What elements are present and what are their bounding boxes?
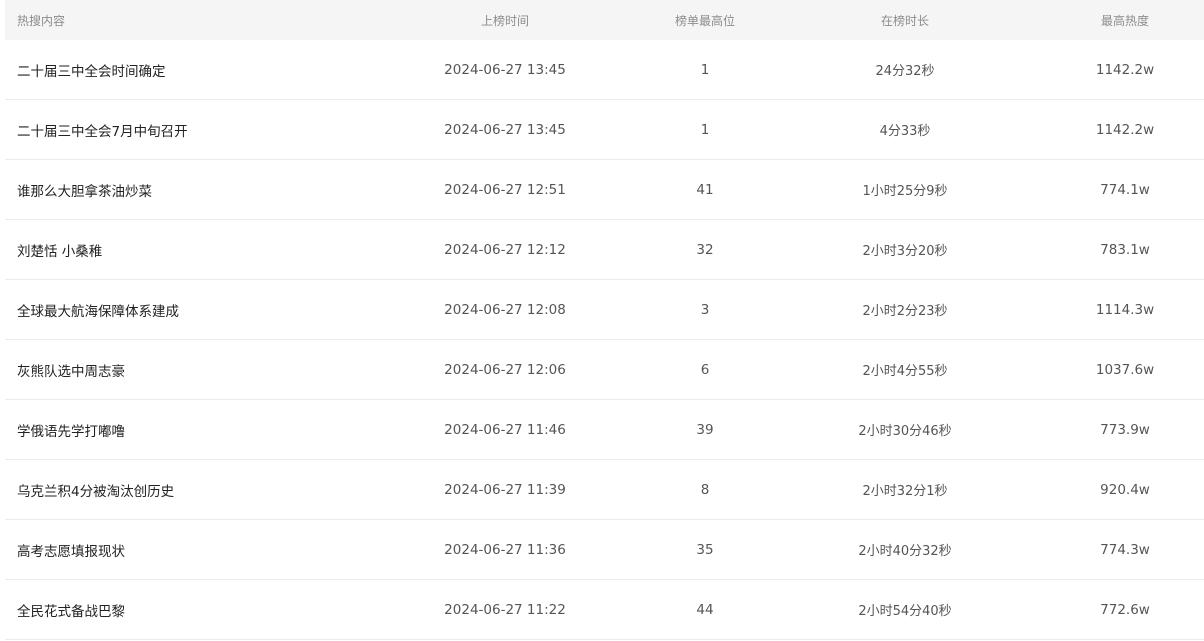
- table-row[interactable]: 乌克兰积4分被淘汰创历史 2024-06-27 11:39 8 2小时32分1秒…: [5, 460, 1204, 520]
- header-heat[interactable]: 最高热度: [1075, 12, 1175, 29]
- row-rank: 41: [696, 181, 714, 198]
- header-duration[interactable]: 在榜时长: [735, 12, 1075, 29]
- row-time: 2024-06-27 12:12: [444, 241, 566, 258]
- row-duration: 2小时4分55秒: [862, 364, 948, 379]
- table-row[interactable]: 全民花式备战巴黎 2024-06-27 11:22 44 2小时54分40秒 7…: [5, 580, 1204, 640]
- row-time: 2024-06-27 12:08: [444, 301, 566, 318]
- row-rank: 1: [700, 61, 710, 78]
- table-header: 热搜内容 上榜时间 榜单最高位 在榜时长 最高热度: [5, 0, 1204, 40]
- row-rank: 1: [700, 121, 710, 138]
- hot-search-table: 热搜内容 上榜时间 榜单最高位 在榜时长 最高热度 二十届三中全会时间确定 20…: [5, 0, 1204, 640]
- table-row[interactable]: 全球最大航海保障体系建成 2024-06-27 12:08 3 2小时2分23秒…: [5, 280, 1204, 340]
- row-duration: 2小时32分1秒: [862, 484, 948, 499]
- row-title[interactable]: 谁那么大胆拿茶油炒菜: [5, 180, 335, 200]
- row-rank: 6: [700, 361, 710, 378]
- row-heat: 1037.6w: [1095, 361, 1155, 378]
- row-heat: 920.4w: [1100, 481, 1150, 498]
- row-heat: 1114.3w: [1095, 301, 1155, 318]
- table-row[interactable]: 高考志愿填报现状 2024-06-27 11:36 35 2小时40分32秒 7…: [5, 520, 1204, 580]
- row-heat: 774.3w: [1100, 541, 1150, 558]
- row-rank: 8: [700, 481, 710, 498]
- row-time: 2024-06-27 11:36: [444, 541, 566, 558]
- table-row[interactable]: 学俄语先学打嘟噜 2024-06-27 11:46 39 2小时30分46秒 7…: [5, 400, 1204, 460]
- row-heat: 772.6w: [1100, 601, 1150, 618]
- table-row[interactable]: 谁那么大胆拿茶油炒菜 2024-06-27 12:51 41 1小时25分9秒 …: [5, 160, 1204, 220]
- row-title[interactable]: 二十届三中全会7月中旬召开: [5, 120, 335, 140]
- row-title[interactable]: 二十届三中全会时间确定: [5, 60, 335, 80]
- row-title[interactable]: 学俄语先学打嘟噜: [5, 420, 335, 440]
- row-title[interactable]: 刘楚恬 小桑稚: [5, 240, 335, 260]
- row-time: 2024-06-27 11:39: [444, 481, 566, 498]
- row-rank: 44: [696, 601, 714, 618]
- row-duration: 2小时54分40秒: [858, 604, 952, 619]
- table-row[interactable]: 二十届三中全会时间确定 2024-06-27 13:45 1 24分32秒 11…: [5, 40, 1204, 100]
- header-time[interactable]: 上榜时间: [335, 12, 675, 29]
- row-duration: 2小时2分23秒: [862, 304, 948, 319]
- header-title[interactable]: 热搜内容: [5, 12, 335, 29]
- row-duration: 2小时40分32秒: [858, 544, 952, 559]
- row-duration: 2小时30分46秒: [858, 424, 952, 439]
- row-rank: 39: [696, 421, 714, 438]
- row-time: 2024-06-27 13:45: [444, 121, 566, 138]
- table-row[interactable]: 灰熊队选中周志豪 2024-06-27 12:06 6 2小时4分55秒 103…: [5, 340, 1204, 400]
- row-heat: 773.9w: [1100, 421, 1150, 438]
- row-duration: 24分32秒: [875, 64, 935, 79]
- row-title[interactable]: 全球最大航海保障体系建成: [5, 300, 335, 320]
- row-time: 2024-06-27 12:06: [444, 361, 566, 378]
- row-title[interactable]: 灰熊队选中周志豪: [5, 360, 335, 380]
- row-time: 2024-06-27 13:45: [444, 61, 566, 78]
- row-title[interactable]: 全民花式备战巴黎: [5, 600, 335, 620]
- row-duration: 4分33秒: [879, 124, 931, 139]
- row-title[interactable]: 高考志愿填报现状: [5, 540, 335, 560]
- row-heat: 783.1w: [1100, 241, 1150, 258]
- row-heat: 1142.2w: [1095, 121, 1155, 138]
- header-rank[interactable]: 榜单最高位: [675, 12, 735, 29]
- table-row[interactable]: 刘楚恬 小桑稚 2024-06-27 12:12 32 2小时3分20秒 783…: [5, 220, 1204, 280]
- row-heat: 774.1w: [1100, 181, 1150, 198]
- table-row[interactable]: 二十届三中全会7月中旬召开 2024-06-27 13:45 1 4分33秒 1…: [5, 100, 1204, 160]
- row-time: 2024-06-27 12:51: [444, 181, 566, 198]
- row-rank: 3: [700, 301, 710, 318]
- row-duration: 2小时3分20秒: [862, 244, 948, 259]
- row-duration: 1小时25分9秒: [862, 184, 948, 199]
- row-rank: 35: [696, 541, 714, 558]
- row-time: 2024-06-27 11:22: [444, 601, 566, 618]
- row-title[interactable]: 乌克兰积4分被淘汰创历史: [5, 480, 335, 500]
- row-heat: 1142.2w: [1095, 61, 1155, 78]
- row-rank: 32: [696, 241, 714, 258]
- row-time: 2024-06-27 11:46: [444, 421, 566, 438]
